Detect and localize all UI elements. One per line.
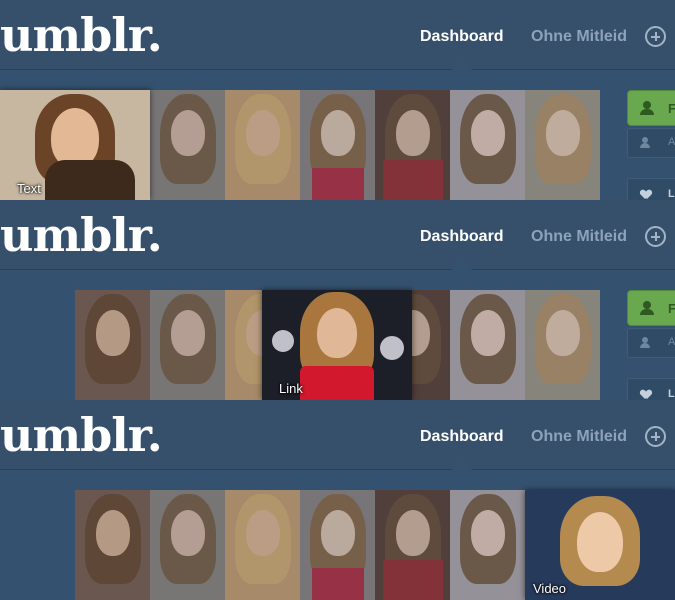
post-type-tile-video[interactable]: Video: [525, 490, 675, 600]
user-icon: [640, 101, 654, 115]
post-type-tile-text[interactable]: Text: [0, 90, 150, 200]
post-type-label: Video: [533, 581, 567, 596]
photo-tile[interactable]: [525, 90, 600, 200]
tumblr-logo[interactable]: umblr.: [0, 410, 163, 460]
likes-row[interactable]: L: [627, 178, 675, 200]
dashboard-panel-text: umblr. Dashboard Ohne Mitleid Text F A L: [0, 0, 675, 200]
nav-dashboard-link[interactable]: Dashboard: [420, 427, 504, 447]
plus-circle-icon[interactable]: [645, 26, 666, 47]
tumblr-logo[interactable]: umblr.: [0, 10, 163, 60]
photo-tile[interactable]: [75, 290, 150, 400]
photo-tile[interactable]: [150, 290, 225, 400]
photo-tile[interactable]: [375, 490, 450, 600]
post-type-strip: Text: [0, 90, 675, 200]
follow-button[interactable]: F: [627, 90, 675, 126]
tumblr-logo[interactable]: umblr.: [0, 210, 163, 260]
likes-label: L: [668, 388, 675, 400]
nav-dashboard-link[interactable]: Dashboard: [420, 227, 504, 247]
post-type-strip: Link: [0, 290, 675, 400]
plus-circle-icon[interactable]: [645, 426, 666, 447]
heart-icon: [641, 190, 651, 199]
nav-blog-link[interactable]: Ohne Mitleid: [531, 227, 627, 247]
top-bar: umblr. Dashboard Ohne Mitleid: [0, 200, 675, 270]
photo-tile[interactable]: [225, 490, 300, 600]
photo-tile[interactable]: [300, 90, 375, 200]
follow-label: F: [668, 101, 675, 116]
photo-tile[interactable]: [300, 490, 375, 600]
add-user-label: A: [668, 136, 675, 148]
photo-tile[interactable]: [75, 490, 150, 600]
nav-dashboard-link[interactable]: Dashboard: [420, 27, 504, 47]
photo-tile[interactable]: [450, 490, 525, 600]
top-bar: umblr. Dashboard Ohne Mitleid: [0, 0, 675, 70]
post-type-strip: Video: [0, 490, 675, 600]
add-user-row[interactable]: A: [627, 328, 675, 358]
add-user-label: A: [668, 336, 675, 348]
photo-tile[interactable]: [150, 490, 225, 600]
likes-label: L: [668, 188, 675, 200]
dashboard-panel-link: umblr. Dashboard Ohne Mitleid Link F A L: [0, 200, 675, 400]
post-type-tile-link[interactable]: Link: [262, 290, 412, 400]
add-user-icon: [640, 137, 654, 149]
plus-circle-icon[interactable]: [645, 226, 666, 247]
post-type-label: Text: [17, 181, 41, 196]
photo-tile[interactable]: [450, 290, 525, 400]
photo-tile[interactable]: [450, 90, 525, 200]
nav-blog-link[interactable]: Ohne Mitleid: [531, 27, 627, 47]
heart-icon: [641, 390, 651, 399]
follow-button[interactable]: F: [627, 290, 675, 326]
follow-label: F: [668, 301, 675, 316]
add-user-row[interactable]: A: [627, 128, 675, 158]
dashboard-panel-video: umblr. Dashboard Ohne Mitleid Video: [0, 400, 675, 600]
photo-tile[interactable]: [225, 90, 300, 200]
top-bar: umblr. Dashboard Ohne Mitleid: [0, 400, 675, 470]
likes-row[interactable]: L: [627, 378, 675, 400]
nav-blog-link[interactable]: Ohne Mitleid: [531, 427, 627, 447]
user-icon: [640, 301, 654, 315]
post-type-label: Link: [279, 381, 303, 396]
add-user-icon: [640, 337, 654, 349]
photo-tile[interactable]: [525, 290, 600, 400]
photo-tile[interactable]: [150, 90, 225, 200]
photo-tile[interactable]: [375, 90, 450, 200]
